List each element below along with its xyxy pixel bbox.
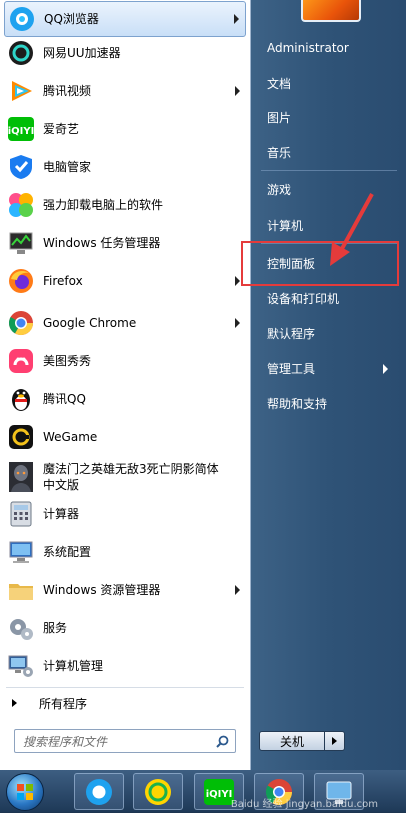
program-label: 网易UU加速器	[43, 46, 121, 60]
firefox-icon	[6, 266, 36, 296]
program-label: 计算机管理	[43, 659, 104, 673]
right-item-documents[interactable]: 文档	[267, 76, 291, 92]
program-computer-management[interactable]: 计算机管理	[4, 648, 246, 684]
taskbar-kugou[interactable]	[133, 773, 183, 810]
watermark: Baidu 经验 jingyan.baidu.com	[230, 799, 378, 810]
start-button[interactable]	[6, 773, 44, 811]
program-label: WeGame	[43, 430, 98, 444]
program-label: Google Chrome	[43, 316, 137, 330]
program-wegame[interactable]: WeGame	[4, 419, 246, 455]
qq-penguin-icon	[6, 384, 36, 414]
uninstaller-icon	[6, 190, 36, 220]
shutdown-button[interactable]: 关机	[259, 731, 325, 751]
user-avatar[interactable]	[301, 0, 361, 22]
svg-text:iQIYI: iQIYI	[8, 126, 35, 137]
program-uninstaller[interactable]: 强力卸载电脑上的软件	[4, 187, 246, 223]
meitu-icon	[6, 346, 36, 376]
pc-manager-icon	[6, 152, 36, 182]
all-programs-button[interactable]: 所有程序	[4, 690, 246, 716]
program-google-chrome[interactable]: Google Chrome	[4, 305, 246, 341]
services-icon	[6, 613, 36, 643]
places-panel: Administrator 文档 图片 音乐 游戏 计算机 控制面板 设备和打印…	[241, 0, 406, 770]
submenu-arrow-icon[interactable]	[235, 276, 240, 286]
windows-logo-icon	[17, 784, 33, 800]
task-manager-icon	[6, 228, 36, 258]
program-label: Windows 资源管理器	[43, 583, 161, 597]
program-windows-explorer[interactable]: Windows 资源管理器	[4, 572, 246, 608]
program-heroes3[interactable]: 魔法门之英雄无敌3死亡阴影简体 中文版	[4, 458, 246, 496]
qq-browser-icon	[86, 778, 112, 805]
program-label: Firefox	[43, 274, 83, 288]
svg-text:iQIYI: iQIYI	[206, 789, 233, 800]
heroes3-icon	[6, 462, 36, 492]
programs-panel: QQ浏览器 网易UU加速器 腾讯视频 iQIYI 爱奇艺 电脑管家 强力卸载电脑…	[0, 0, 251, 770]
separator	[261, 170, 397, 171]
program-label: 电脑管家	[43, 160, 92, 174]
qq-browser-icon	[7, 4, 37, 34]
all-programs-label: 所有程序	[39, 696, 88, 711]
program-label: QQ浏览器	[44, 12, 99, 26]
taskbar: iQIYI Baidu 经验 jingyan.baidu.com	[0, 770, 406, 812]
program-calculator[interactable]: 计算器	[4, 496, 246, 532]
program-label: Windows 任务管理器	[43, 236, 161, 250]
right-item-admin-tools[interactable]: 管理工具	[267, 361, 315, 377]
program-pc-manager[interactable]: 电脑管家	[4, 149, 246, 185]
program-label: 腾讯QQ	[43, 392, 86, 406]
explorer-icon	[6, 575, 36, 605]
program-label: 爱奇艺	[43, 122, 80, 136]
right-item-games[interactable]: 游戏	[267, 182, 291, 198]
program-meitu[interactable]: 美图秀秀	[4, 343, 246, 379]
program-tencent-video[interactable]: 腾讯视频	[4, 73, 246, 109]
iqiyi-icon: iQIYI	[6, 114, 36, 144]
calculator-icon	[6, 499, 36, 529]
kugou-icon	[145, 778, 171, 805]
computer-management-icon	[6, 651, 36, 681]
program-label-line2: 中文版	[43, 478, 80, 492]
program-label: 美图秀秀	[43, 354, 92, 368]
tencent-video-icon	[6, 76, 36, 106]
chrome-icon	[6, 308, 36, 338]
wegame-icon	[6, 422, 36, 452]
right-item-help-support[interactable]: 帮助和支持	[267, 396, 327, 412]
program-label: 计算器	[43, 507, 80, 521]
program-tencent-qq[interactable]: 腾讯QQ	[4, 381, 246, 417]
program-qq-browser[interactable]: QQ浏览器	[4, 1, 246, 37]
right-item-computer[interactable]: 计算机	[267, 218, 303, 234]
program-label: 服务	[43, 621, 68, 635]
right-item-pictures[interactable]: 图片	[267, 110, 291, 126]
submenu-arrow-icon[interactable]	[235, 86, 240, 96]
program-system-config[interactable]: 系统配置	[4, 534, 246, 570]
program-label: 强力卸载电脑上的软件	[43, 198, 164, 212]
program-firefox[interactable]: Firefox	[4, 263, 246, 299]
right-item-default-programs[interactable]: 默认程序	[267, 326, 315, 342]
program-label: 魔法门之英雄无敌3死亡阴影简体 中文版	[43, 461, 219, 493]
program-iqiyi[interactable]: iQIYI 爱奇艺	[4, 111, 246, 147]
uu-accelerator-icon	[6, 38, 36, 68]
submenu-arrow-icon[interactable]	[383, 364, 388, 374]
program-label: 腾讯视频	[43, 84, 92, 98]
annotation-arrow-icon	[330, 193, 374, 266]
submenu-arrow-icon[interactable]	[234, 14, 239, 24]
program-services[interactable]: 服务	[4, 610, 246, 646]
right-item-user[interactable]: Administrator	[267, 40, 349, 56]
search-box[interactable]	[14, 729, 236, 753]
system-config-icon	[6, 537, 36, 567]
submenu-arrow-icon[interactable]	[235, 318, 240, 328]
search-icon[interactable]	[216, 735, 229, 748]
program-label-line1: 魔法门之英雄无敌3死亡阴影简体	[43, 462, 219, 476]
expand-arrow-icon	[12, 699, 17, 707]
right-item-devices-printers[interactable]: 设备和打印机	[267, 291, 339, 307]
program-uu-accelerator[interactable]: 网易UU加速器	[4, 35, 246, 71]
right-item-music[interactable]: 音乐	[267, 145, 291, 161]
submenu-arrow-icon[interactable]	[235, 585, 240, 595]
search-input[interactable]	[21, 733, 215, 751]
separator	[6, 687, 244, 688]
shutdown-options-button[interactable]	[325, 731, 345, 751]
program-label: 系统配置	[43, 545, 92, 559]
program-task-manager[interactable]: Windows 任务管理器	[4, 225, 246, 261]
taskbar-qq-browser[interactable]	[74, 773, 124, 810]
